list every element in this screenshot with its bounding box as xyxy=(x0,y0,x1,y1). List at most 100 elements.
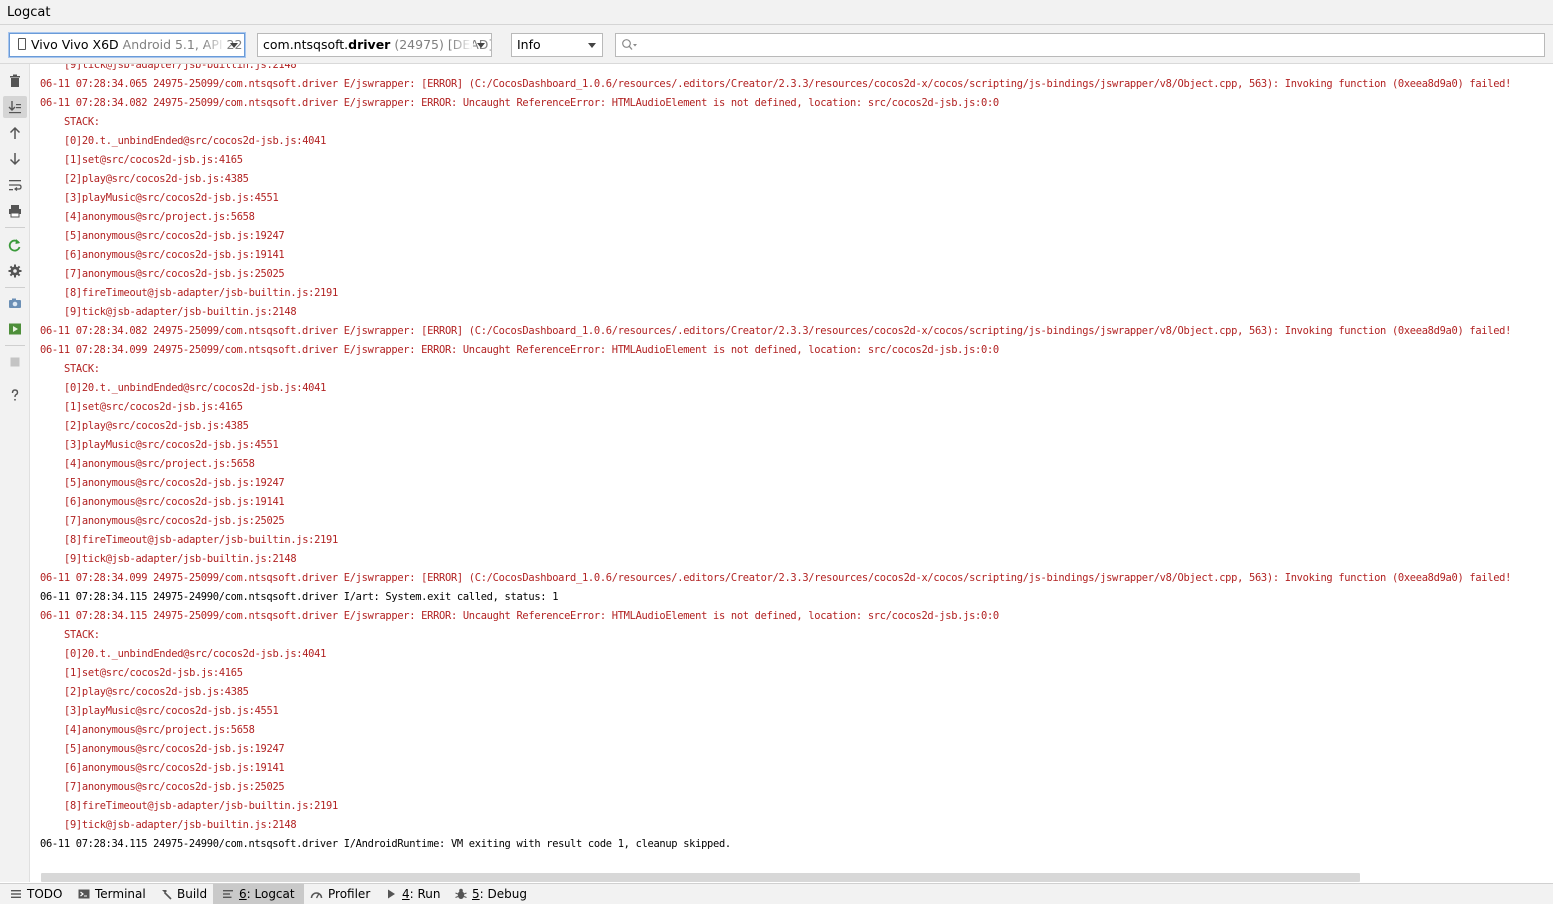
list-icon xyxy=(11,890,21,898)
bug-icon xyxy=(455,888,467,899)
help-icon xyxy=(11,389,19,401)
horizontal-scrollbar-thumb[interactable] xyxy=(41,873,1360,882)
terminal-icon xyxy=(78,889,90,899)
restart-button[interactable] xyxy=(3,234,27,256)
device-selector[interactable]: Vivo Vivo X6D Android 5.1, API 22 xyxy=(9,33,245,57)
stack-trace-line: [3]playMusic@src/cocos2d-jsb.js:4551 xyxy=(64,192,279,204)
stack-trace-line: [9]tick@jsb-adapter/jsb-builtin.js:2148 xyxy=(64,819,297,831)
tab-debug[interactable]: 5: Debug xyxy=(449,884,533,904)
screen-capture-button[interactable] xyxy=(3,292,27,314)
tab-label: Build xyxy=(177,887,208,901)
stack-trace-line: [7]anonymous@src/cocos2d-jsb.js:25025 xyxy=(64,515,285,527)
gauge-icon xyxy=(310,892,323,899)
tool-window-title: Logcat xyxy=(0,0,1553,25)
stack-trace-line: [0]20.t._unbindEnded@src/cocos2d-jsb.js:… xyxy=(64,648,327,660)
hammer-icon xyxy=(162,890,172,900)
stack-trace-line: [6]anonymous@src/cocos2d-jsb.js:19141 xyxy=(64,496,285,508)
search-input[interactable] xyxy=(642,36,1536,56)
up-the-stack-trace-icon xyxy=(9,126,21,139)
stack-trace-line: [9]tick@jsb-adapter/jsb-builtin.js:2148 xyxy=(64,306,297,318)
stack-trace-line: [5]anonymous@src/cocos2d-jsb.js:19247 xyxy=(64,477,285,489)
search-field[interactable] xyxy=(615,33,1545,57)
logcat-icon xyxy=(223,890,233,898)
play-icon xyxy=(388,889,395,899)
stack-trace-line: [3]playMusic@src/cocos2d-jsb.js:4551 xyxy=(64,439,279,451)
stack-trace-line: [1]set@src/cocos2d-jsb.js:4165 xyxy=(64,401,243,413)
stack-trace-line: [7]anonymous@src/cocos2d-jsb.js:25025 xyxy=(64,781,285,793)
stack-trace-line: [4]anonymous@src/project.js:5658 xyxy=(64,211,255,223)
tab-label: TODO xyxy=(27,887,63,901)
stack-trace-line: [2]play@src/cocos2d-jsb.js:4385 xyxy=(64,420,249,432)
logcat-settings-icon xyxy=(8,264,22,278)
log-line: 06-11 07:28:34.115 24975-24990/com.ntsqs… xyxy=(40,838,731,850)
logcat-output[interactable]: [9]tick@jsb-adapter/jsb-builtin.js:2148 0… xyxy=(31,64,1553,871)
stack-trace-line: [0]20.t._unbindEnded@src/cocos2d-jsb.js:… xyxy=(64,135,327,147)
stack-trace-line: [0]20.t._unbindEnded@src/cocos2d-jsb.js:… xyxy=(64,382,327,394)
tab-logcat[interactable]: 6: Logcat xyxy=(213,884,304,904)
process-selector[interactable]: com.ntsqsoft.driver (24975) [DEAD] xyxy=(257,33,492,57)
process-package-name: driver xyxy=(348,37,391,52)
terminate-icon xyxy=(10,357,20,367)
tab-mnemonic: 6 xyxy=(239,887,247,901)
stack-trace-line: [1]set@src/cocos2d-jsb.js:4165 xyxy=(64,667,243,679)
log-line: 06-11 07:28:34.065 24975-25099/com.ntsqs… xyxy=(40,78,1512,90)
tab-mnemonic: 5 xyxy=(472,887,480,901)
stack-trace-line: STACK: xyxy=(64,116,100,128)
stack-trace-line: [2]play@src/cocos2d-jsb.js:4385 xyxy=(64,173,249,185)
down-the-stack-trace-icon xyxy=(9,153,21,166)
print-button[interactable] xyxy=(3,200,27,222)
tab-build[interactable]: Build xyxy=(154,884,213,904)
stack-trace-line: [6]anonymous@src/cocos2d-jsb.js:19141 xyxy=(64,762,285,774)
log-line: 06-11 07:28:34.115 24975-24990/com.ntsqs… xyxy=(40,591,559,603)
tab-terminal[interactable]: Terminal xyxy=(72,884,152,904)
stack-trace-line: [4]anonymous@src/project.js:5658 xyxy=(64,458,255,470)
tab-profiler[interactable]: Profiler xyxy=(304,884,376,904)
tab-label: : Logcat xyxy=(246,887,295,901)
tab-label: : Run xyxy=(409,887,441,901)
logcat-toolbar: Vivo Vivo X6D Android 5.1, API 22 com.nt… xyxy=(0,25,1553,64)
tool-window-bar: TODO Terminal Build 6: Logcat Profiler 4… xyxy=(0,883,1553,904)
terminate-button[interactable] xyxy=(3,351,27,373)
search-icon xyxy=(622,39,637,50)
stack-trace-line: [5]anonymous@src/cocos2d-jsb.js:19247 xyxy=(64,743,285,755)
tab-run[interactable]: 4: Run xyxy=(379,884,447,904)
logcat-settings-button[interactable] xyxy=(3,260,27,282)
down-the-stack-trace-button[interactable] xyxy=(3,148,27,170)
soft-wraps-icon xyxy=(9,180,22,191)
log-line: 06-11 07:28:34.082 24975-25099/com.ntsqs… xyxy=(40,325,1512,337)
print-icon xyxy=(9,205,21,218)
phone-icon xyxy=(18,38,26,50)
restart-icon xyxy=(8,239,21,252)
screen-capture-icon xyxy=(9,298,21,308)
stack-trace-line: [7]anonymous@src/cocos2d-jsb.js:25025 xyxy=(64,268,285,280)
soft-wraps-button[interactable] xyxy=(3,174,27,196)
stack-trace-line: [3]playMusic@src/cocos2d-jsb.js:4551 xyxy=(64,705,279,717)
log-line: 06-11 07:28:34.099 24975-25099/com.ntsqs… xyxy=(40,344,999,356)
stack-trace-line: [9]tick@jsb-adapter/jsb-builtin.js:2148 xyxy=(64,553,297,565)
stack-trace-line: [8]fireTimeout@jsb-adapter/jsb-builtin.j… xyxy=(64,534,338,546)
stack-trace-line: [1]set@src/cocos2d-jsb.js:4165 xyxy=(64,154,243,166)
stack-trace-line: [6]anonymous@src/cocos2d-jsb.js:19141 xyxy=(64,249,285,261)
process-package-prefix: com.ntsqsoft. xyxy=(263,37,349,52)
log-level-value: Info xyxy=(517,37,541,52)
scroll-to-end-button[interactable] xyxy=(3,96,27,118)
stack-trace-line: [4]anonymous@src/project.js:5658 xyxy=(64,724,255,736)
log-level-selector[interactable]: Info xyxy=(511,33,603,57)
log-line: 06-11 07:28:34.115 24975-25099/com.ntsqs… xyxy=(40,610,999,622)
up-the-stack-trace-button[interactable] xyxy=(3,122,27,144)
log-line: 06-11 07:28:34.099 24975-25099/com.ntsqs… xyxy=(40,572,1512,584)
tab-todo[interactable]: TODO xyxy=(4,884,68,904)
help-button[interactable] xyxy=(3,384,27,406)
log-line: 06-11 07:28:34.082 24975-25099/com.ntsqs… xyxy=(40,97,999,109)
stack-trace-line: [8]fireTimeout@jsb-adapter/jsb-builtin.j… xyxy=(64,800,338,812)
clear-logcat-button[interactable] xyxy=(3,70,27,92)
stack-trace-line: STACK: xyxy=(64,629,100,641)
log-lines: [9]tick@jsb-adapter/jsb-builtin.js:2148 0… xyxy=(40,64,1511,854)
chevron-down-icon xyxy=(230,43,238,48)
screen-record-button[interactable] xyxy=(3,318,27,340)
chevron-down-icon xyxy=(588,43,596,48)
tab-label: : Debug xyxy=(479,887,527,901)
screen-record-icon xyxy=(9,323,21,335)
stack-trace-line: [8]fireTimeout@jsb-adapter/jsb-builtin.j… xyxy=(64,287,338,299)
logcat-side-toolbar xyxy=(0,64,30,882)
